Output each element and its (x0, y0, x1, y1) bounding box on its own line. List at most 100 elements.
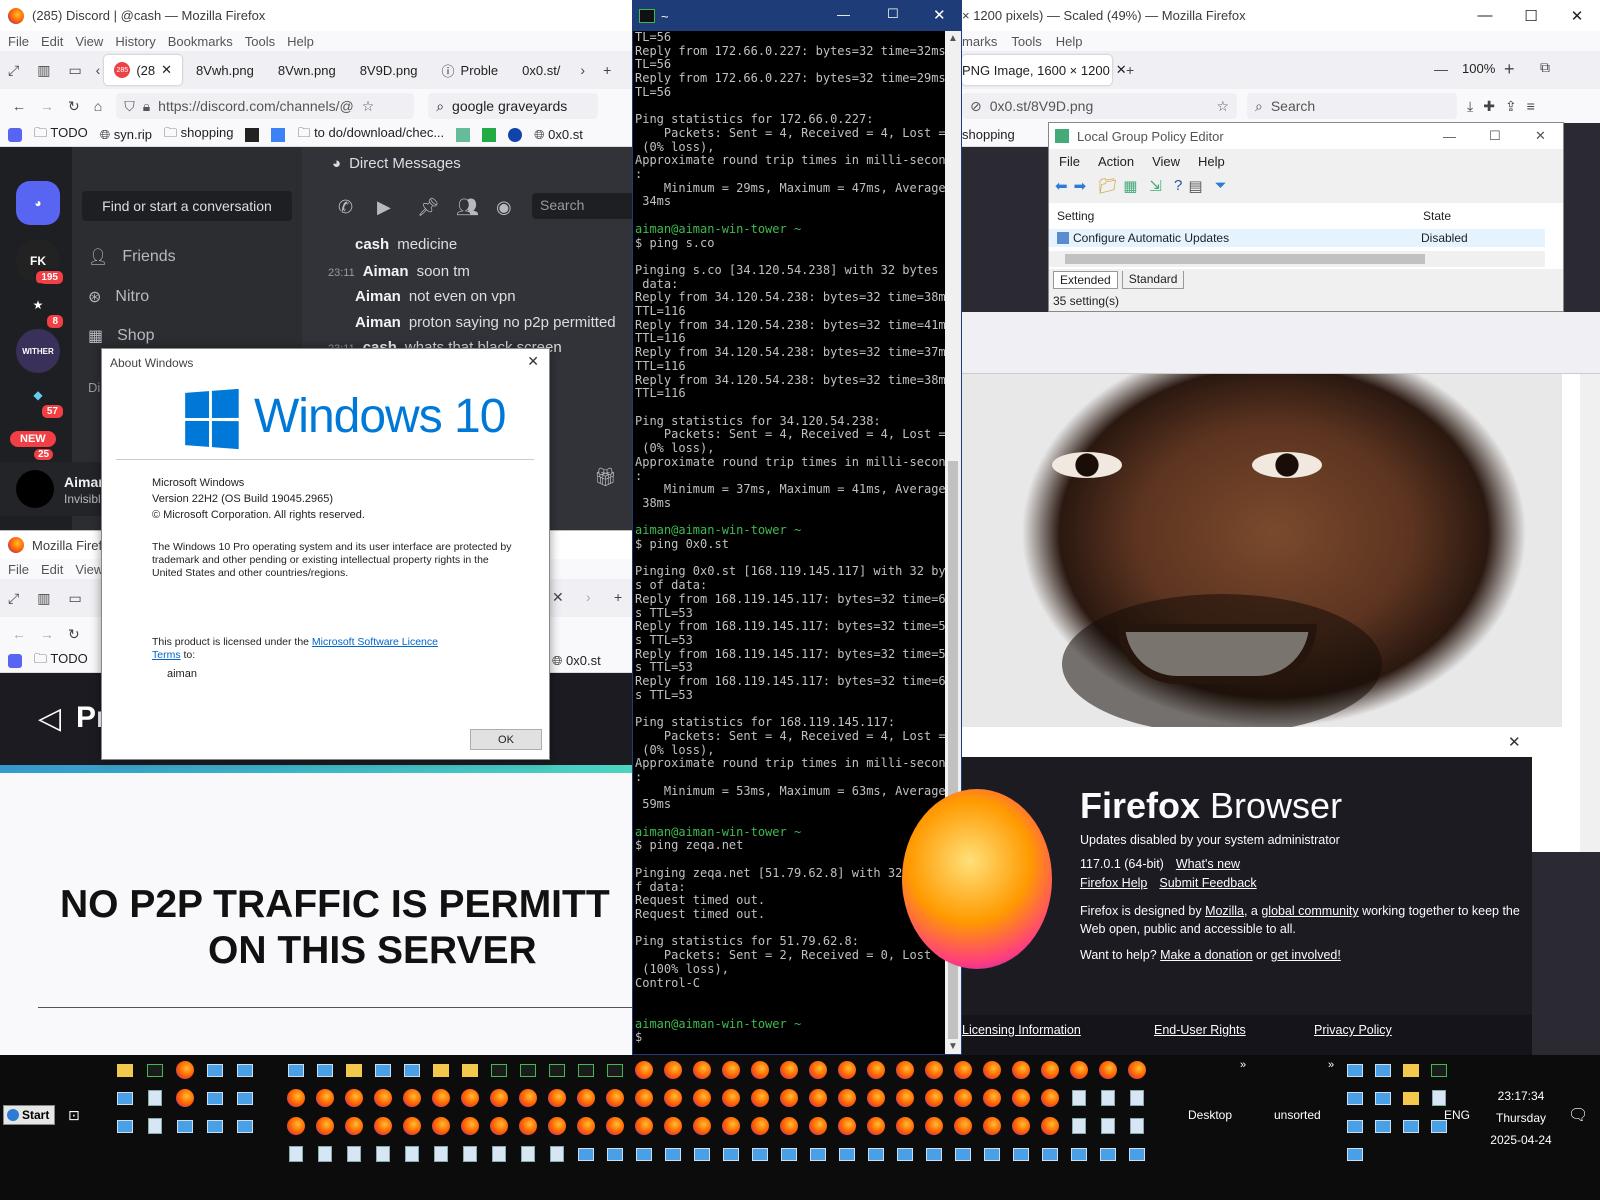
image-scrollbar[interactable] (1580, 374, 1600, 852)
taskbar-app-button[interactable] (662, 1087, 684, 1109)
discord-bookmark-icon[interactable] (8, 653, 22, 668)
taskbar-app-button[interactable] (575, 1115, 597, 1137)
minimize-icon[interactable]: — (1462, 0, 1508, 31)
firefox-help-link[interactable]: Firefox Help (1080, 876, 1147, 890)
quicklaunch-button[interactable] (204, 1115, 226, 1137)
taskbar-app-button[interactable] (865, 1059, 887, 1081)
taskbar-app-button[interactable] (488, 1087, 510, 1109)
tabs-scroll-left-icon[interactable]: ‹ (96, 62, 101, 78)
new-tab-icon[interactable]: + (603, 62, 611, 78)
taskbar-app-button[interactable] (662, 1059, 684, 1081)
taskbar-app-button[interactable] (343, 1143, 365, 1165)
taskbar-app-button[interactable] (488, 1115, 510, 1137)
tray-icon-button[interactable] (1400, 1115, 1422, 1137)
quicklaunch-button[interactable] (144, 1115, 166, 1137)
taskbar-app-button[interactable] (836, 1059, 858, 1081)
taskbar-app-button[interactable] (836, 1143, 858, 1165)
share-icon[interactable]: ⇪ (1505, 98, 1517, 115)
unsorted-toolbar[interactable]: unsorted (1274, 1108, 1321, 1122)
taskbar-app-button[interactable] (1039, 1087, 1061, 1109)
tab-8vwh[interactable]: 8Vwh.png (186, 55, 264, 85)
taskbar-app-button[interactable] (517, 1059, 539, 1081)
close-icon[interactable]: ✕ (1554, 0, 1600, 31)
global-community-link[interactable]: global community (1261, 904, 1358, 918)
taskbar-app-button[interactable] (865, 1115, 887, 1137)
maximize-icon[interactable]: ☐ (1508, 0, 1554, 31)
notifications-icon[interactable]: 🗨︎ (1568, 1105, 1588, 1125)
taskbar-app-button[interactable] (836, 1115, 858, 1137)
quicklaunch-button[interactable] (144, 1087, 166, 1109)
taskbar-app-button[interactable] (865, 1087, 887, 1109)
menu-file[interactable]: File (8, 562, 29, 577)
taskbar-app-button[interactable] (343, 1115, 365, 1137)
taskbar-app-button[interactable] (430, 1087, 452, 1109)
taskbar-app-button[interactable] (314, 1087, 336, 1109)
reload-icon[interactable]: ↻ (68, 626, 80, 643)
taskbar-app-button[interactable] (401, 1059, 423, 1081)
taskbar-app-button[interactable] (1010, 1087, 1032, 1109)
taskbar-app-button[interactable] (720, 1143, 742, 1165)
taskbar-app-button[interactable] (285, 1059, 307, 1081)
taskbar-app-button[interactable] (1097, 1087, 1119, 1109)
column-state[interactable]: State (1423, 209, 1451, 223)
back-icon[interactable]: ← (12, 626, 26, 642)
sidebar-icon[interactable]: ▥ (37, 62, 50, 79)
taskbar-app-button[interactable] (749, 1143, 771, 1165)
tray-icon-button[interactable] (1372, 1059, 1394, 1081)
gift-icon[interactable]: 🎁︎ (594, 467, 617, 488)
taskbar-app-button[interactable] (1039, 1059, 1061, 1081)
donation-link[interactable]: Make a donation (1160, 948, 1252, 962)
tab-8vwn[interactable]: 8Vwn.png (268, 55, 346, 85)
new-tab-icon[interactable]: + (1126, 62, 1134, 78)
taskbar-app-button[interactable] (633, 1059, 655, 1081)
tabs-scroll-right-icon[interactable]: › (580, 62, 585, 78)
close-icon[interactable]: ✕ (933, 6, 946, 24)
taskbar-app-button[interactable] (372, 1087, 394, 1109)
bookmark-todo-download[interactable]: 🗀 to do/download/chec... (297, 124, 444, 146)
task-view-icon[interactable]: ⊡ (68, 1107, 80, 1124)
close-tab-icon[interactable]: ✕ (161, 62, 172, 78)
privacy-policy-link[interactable]: Privacy Policy (1314, 1023, 1392, 1037)
menu-help[interactable]: Help (287, 34, 314, 49)
taskbar-app-button[interactable] (720, 1059, 742, 1081)
tab-problem[interactable]: ⓘ Proble (432, 55, 509, 85)
taskbar-app-button[interactable] (314, 1143, 336, 1165)
menu-history[interactable]: History (115, 34, 155, 49)
licensing-link[interactable]: Licensing Information (962, 1023, 1081, 1037)
quicklaunch-button[interactable] (234, 1059, 256, 1081)
taskbar-app-button[interactable] (633, 1143, 655, 1165)
tab-view-icon[interactable]: ▭ (68, 62, 81, 79)
quicklaunch-button[interactable] (174, 1087, 196, 1109)
taskbar-app-button[interactable] (488, 1143, 510, 1165)
taskbar-app-button[interactable] (923, 1059, 945, 1081)
close-icon[interactable]: ✕ (1535, 128, 1546, 144)
menu-file[interactable]: File (1059, 154, 1080, 169)
taskbar-app-button[interactable] (488, 1059, 510, 1081)
nav-shop[interactable]: ▦ Shop (88, 326, 155, 346)
tray-icon-button[interactable] (1344, 1143, 1366, 1165)
bookmark-0x0[interactable]: 🌐︎ 0x0.st (552, 653, 601, 669)
scroll-up-icon[interactable]: ▲ (948, 33, 958, 44)
taskbar-app-button[interactable] (546, 1143, 568, 1165)
menu-action[interactable]: Action (1098, 154, 1134, 169)
tray-icon-button[interactable] (1344, 1059, 1366, 1081)
taskbar-app-button[interactable] (778, 1115, 800, 1137)
start-button[interactable]: Start (3, 1105, 55, 1125)
back-icon[interactable]: ← (12, 98, 26, 114)
taskbar-app-button[interactable] (343, 1059, 365, 1081)
menu-view[interactable]: View (1152, 154, 1180, 169)
end-user-rights-link[interactable]: End-User Rights (1154, 1023, 1246, 1037)
taskbar-app-button[interactable] (285, 1143, 307, 1165)
downloads-icon[interactable]: ⤓ (1467, 98, 1473, 115)
close-icon[interactable]: ✕ (1508, 733, 1521, 751)
sidebar-icon[interactable]: ▥ (37, 590, 50, 607)
taskbar-app-button[interactable] (459, 1087, 481, 1109)
bookmark-shopping[interactable]: 🗀 shopping (164, 124, 233, 146)
taskbar-app-button[interactable] (720, 1115, 742, 1137)
zoom-level[interactable]: 100% (1462, 61, 1495, 76)
show-hide-icon[interactable]: ▦ (1123, 177, 1137, 195)
quicklaunch-button[interactable] (144, 1059, 166, 1081)
taskbar-app-button[interactable] (546, 1059, 568, 1081)
taskbar-app-button[interactable] (459, 1143, 481, 1165)
url-bar[interactable]: ⛉ 🔒︎ https://discord.com/channels/@ ☆ (116, 93, 415, 119)
